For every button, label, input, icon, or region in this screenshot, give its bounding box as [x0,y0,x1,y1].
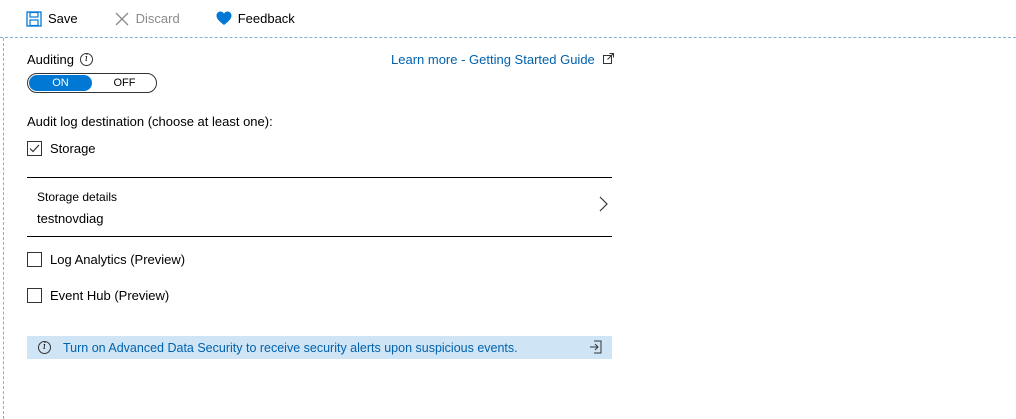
learn-more-text: Learn more - Getting Started Guide [391,52,595,67]
blade-border [3,38,4,419]
storage-details-panel[interactable]: Storage details testnovdiag [27,177,612,237]
save-label: Save [48,11,78,26]
discard-label: Discard [135,11,180,26]
auditing-label: Auditing [27,52,74,67]
heart-icon [216,11,232,26]
feedback-label: Feedback [237,11,295,26]
external-link-icon [602,52,614,67]
learn-more-link[interactable]: Learn more - Getting Started Guide [391,52,614,67]
info-icon[interactable]: i [79,53,93,66]
event-hub-checkbox-box[interactable] [27,288,42,303]
log-analytics-label: Log Analytics (Preview) [50,252,186,267]
toggle-on[interactable]: ON [29,75,92,91]
exit-icon[interactable] [589,340,602,357]
save-icon [26,10,42,27]
close-icon [114,11,130,27]
banner-message[interactable]: Turn on Advanced Data Security to receiv… [63,341,518,355]
auditing-heading: Auditing i [27,52,93,67]
info-icon: i [38,341,51,354]
storage-details-title: Storage details [37,190,118,204]
save-button[interactable]: Save [0,0,88,38]
discard-button[interactable]: Discard [88,0,190,38]
log-analytics-checkbox[interactable]: Log Analytics (Preview) [27,252,185,267]
event-hub-checkbox[interactable]: Event Hub (Preview) [27,288,169,303]
check-icon [29,144,40,153]
chevron-right-icon [599,196,608,215]
destination-heading: Audit log destination (choose at least o… [27,114,273,129]
security-info-banner[interactable]: i Turn on Advanced Data Security to rece… [27,336,612,359]
auditing-toggle[interactable]: ON OFF [27,73,157,93]
log-analytics-checkbox-box[interactable] [27,252,42,267]
storage-label: Storage [50,141,96,156]
storage-checkbox[interactable]: Storage [27,141,96,156]
toggle-off[interactable]: OFF [93,74,156,92]
event-hub-label: Event Hub (Preview) [50,288,170,303]
command-bar: Save Discard Feedback [0,0,1016,38]
feedback-button[interactable]: Feedback [190,0,305,38]
storage-details-value: testnovdiag [37,211,104,226]
storage-checkbox-box[interactable] [27,141,42,156]
